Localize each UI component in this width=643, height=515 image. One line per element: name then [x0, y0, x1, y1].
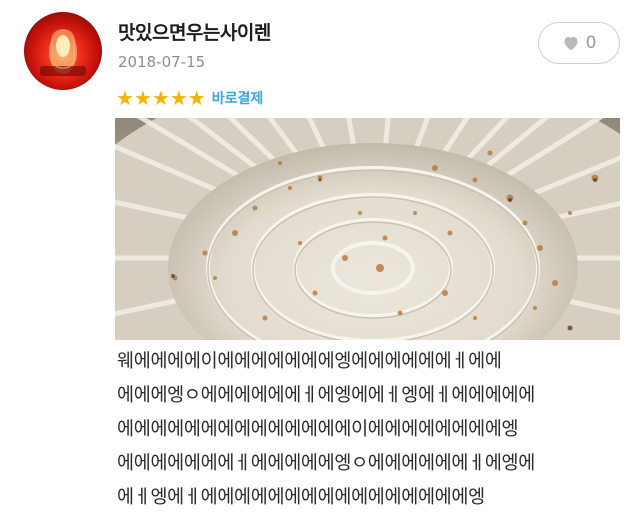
review-line: 에에에에에에에에에에에에에에이에에에에에에에에엥 — [117, 419, 519, 440]
review-line: 에에에에에에에ㅔ에에에에에엥ㅇ에에에에에에ㅔ에엥에 — [117, 453, 536, 474]
star-rating: ★ ★ ★ ★ ★ — [116, 88, 206, 108]
review-line: 에ㅔ엥에ㅔ에에에에에에에에에에에에에에에에엥 — [117, 487, 485, 508]
star-icon: ★ — [133, 86, 152, 110]
star-icon: ★ — [169, 86, 188, 110]
payment-badge: 바로결제 — [211, 91, 264, 107]
bowl-image — [115, 118, 620, 340]
review-photo[interactable] — [115, 118, 620, 340]
review-line: 웨에에에에이에에에에에에에엥에에에에에에ㅔ에에 — [117, 351, 502, 372]
review-date: 2018-07-15 — [118, 53, 206, 71]
like-button[interactable]: 0 — [538, 22, 620, 64]
review-line: 에에에엥ㅇ에에에에에에ㅔ에엥에에ㅔ엥에ㅔ에에에에에 — [117, 385, 536, 406]
siren-icon — [40, 29, 86, 76]
star-icon: ★ — [151, 86, 170, 110]
review-body: 웨에에에에이에에에에에에에엥에에에에에에ㅔ에에 에에에엥ㅇ에에에에에에ㅔ에엥에에… — [117, 345, 627, 515]
star-icon: ★ — [187, 86, 206, 110]
avatar[interactable] — [24, 12, 102, 90]
rating-row: ★ ★ ★ ★ ★ 바로결제 — [116, 86, 263, 110]
heart-icon — [564, 36, 578, 51]
username[interactable]: 맛있으면우는사이렌 — [118, 18, 271, 45]
star-icon: ★ — [116, 86, 134, 110]
like-count: 0 — [585, 33, 597, 53]
